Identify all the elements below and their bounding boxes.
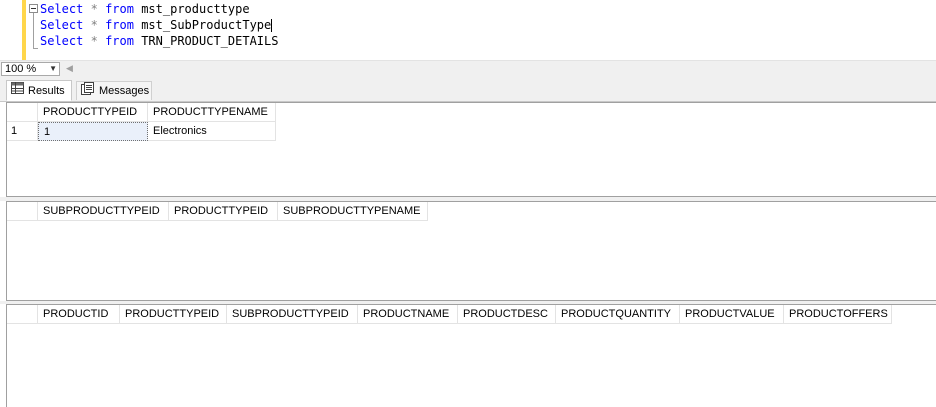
keyword-select: Select — [40, 2, 84, 16]
column-header[interactable]: PRODUCTTYPEID — [169, 202, 278, 221]
result-tabs: Results Messages — [0, 77, 936, 102]
result-grid-1[interactable]: PRODUCTTYPEID PRODUCTTYPENAME 1 1 Electr… — [6, 102, 936, 197]
grid-corner[interactable] — [7, 202, 38, 221]
column-header[interactable]: PRODUCTID — [38, 305, 120, 324]
collapse-icon[interactable] — [29, 4, 38, 13]
table-name: mst_producttype — [141, 2, 250, 16]
result-grid-2[interactable]: SUBPRODUCTTYPEID PRODUCTTYPEID SUBPRODUC… — [6, 201, 936, 301]
scroll-left-icon[interactable]: ◀ — [66, 63, 73, 74]
fold-guide-end — [33, 48, 38, 49]
zoom-value: 100 % — [5, 63, 37, 75]
keyword-select: Select — [40, 18, 84, 32]
table-cell[interactable]: 1 — [38, 122, 148, 141]
operator-star: * — [90, 2, 98, 16]
column-header[interactable]: PRODUCTTYPENAME — [148, 103, 276, 122]
result-grid-3[interactable]: PRODUCTID PRODUCTTYPEID SUBPRODUCTTYPEID… — [6, 304, 936, 407]
table-name: TRN_PRODUCT_DETAILS — [141, 34, 279, 48]
operator-star: * — [90, 18, 98, 32]
messages-icon — [81, 81, 95, 101]
text-caret — [271, 19, 273, 32]
column-header[interactable]: SUBPRODUCTTYPENAME — [278, 202, 428, 221]
table-name: mst_SubProductType — [141, 18, 272, 32]
tab-results[interactable]: Results — [6, 80, 72, 101]
change-margin — [22, 0, 26, 60]
table-row[interactable]: 1 1 Electronics — [7, 122, 276, 141]
code-line-3[interactable]: Select * from TRN_PRODUCT_DETAILS — [40, 33, 278, 49]
grid-icon — [11, 81, 24, 100]
chevron-down-icon[interactable]: ▼ — [49, 63, 57, 75]
grid-header-row: PRODUCTID PRODUCTTYPEID SUBPRODUCTTYPEID… — [7, 305, 892, 324]
zoom-bar: 100 % ▼ ◀ — [0, 60, 936, 78]
column-header[interactable]: PRODUCTVALUE — [680, 305, 784, 324]
column-header[interactable]: PRODUCTDESC — [458, 305, 556, 324]
table-cell[interactable]: Electronics — [148, 122, 276, 141]
column-header[interactable]: PRODUCTTYPEID — [38, 103, 148, 122]
grid-header-row: PRODUCTTYPEID PRODUCTTYPENAME — [7, 103, 276, 122]
keyword-from: from — [105, 2, 134, 16]
horizontal-scrollbar[interactable] — [78, 65, 932, 74]
tab-results-label: Results — [28, 84, 65, 97]
tab-messages[interactable]: Messages — [76, 81, 152, 100]
keyword-select: Select — [40, 34, 84, 48]
row-number[interactable]: 1 — [7, 122, 38, 141]
column-header[interactable]: SUBPRODUCTTYPEID — [227, 305, 358, 324]
column-header[interactable]: PRODUCTTYPEID — [120, 305, 227, 324]
grid-header-row: SUBPRODUCTTYPEID PRODUCTTYPEID SUBPRODUC… — [7, 202, 428, 221]
column-header[interactable]: PRODUCTQUANTITY — [556, 305, 680, 324]
column-header[interactable]: SUBPRODUCTTYPEID — [38, 202, 169, 221]
operator-star: * — [90, 34, 98, 48]
keyword-from: from — [105, 18, 134, 32]
grid-corner[interactable] — [7, 103, 38, 122]
code-line-2[interactable]: Select * from mst_SubProductType — [40, 17, 273, 33]
column-header[interactable]: PRODUCTNAME — [358, 305, 458, 324]
query-editor[interactable]: Select * from mst_producttype Select * f… — [0, 0, 936, 60]
grid-corner[interactable] — [7, 305, 38, 324]
column-header[interactable]: PRODUCTOFFERS — [784, 305, 892, 324]
zoom-dropdown[interactable]: 100 % ▼ — [1, 62, 60, 76]
fold-guide — [33, 13, 34, 49]
keyword-from: from — [105, 34, 134, 48]
code-line-1[interactable]: Select * from mst_producttype — [40, 1, 250, 17]
tab-messages-label: Messages — [99, 85, 150, 97]
